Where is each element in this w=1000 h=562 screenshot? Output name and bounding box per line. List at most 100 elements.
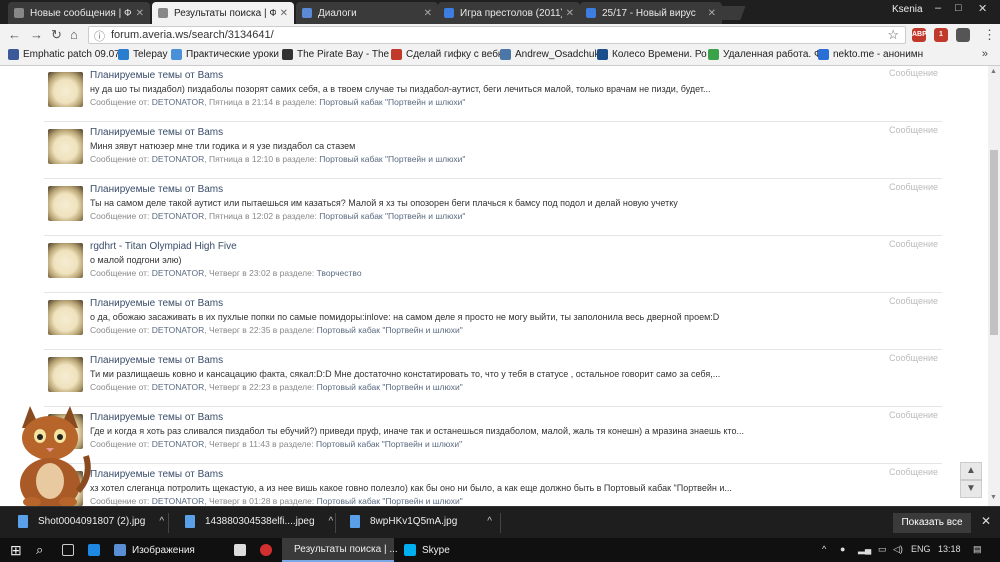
scroll-down-button[interactable]: ▼: [960, 480, 982, 498]
show-all-downloads-button[interactable]: Показать все: [893, 513, 971, 533]
close-tab-icon[interactable]: ✕: [424, 8, 432, 19]
network-icon[interactable]: ▂▄: [858, 544, 871, 555]
tray-opera-icon[interactable]: ●: [840, 544, 845, 554]
close-tab-icon[interactable]: ✕: [280, 8, 288, 19]
thread-title-link[interactable]: Планируемые темы от Bams: [90, 298, 223, 309]
post-snippet[interactable]: о малой подгони элю): [90, 255, 182, 265]
avatar[interactable]: [48, 129, 83, 164]
clock[interactable]: 13:18: [938, 544, 961, 554]
post-snippet[interactable]: хз хотел слеганца потролить щекастую, а …: [90, 483, 732, 493]
author-link[interactable]: DETONATOR: [152, 268, 204, 278]
section-link[interactable]: Портовый кабак "Портвейн и шлюхи": [319, 154, 465, 164]
taskbar-item-chrome[interactable]: Результаты поиска | ...: [282, 538, 398, 562]
reload-icon[interactable]: ↻: [51, 27, 62, 43]
scrollbar-thumb[interactable]: [990, 150, 998, 335]
taskbar-item-skype[interactable]: Skype: [398, 538, 498, 562]
profile-name[interactable]: Ksenia: [892, 4, 923, 15]
minimize-icon[interactable]: –: [935, 2, 941, 14]
thread-title-link[interactable]: Планируемые темы от Bams: [90, 127, 223, 138]
chevron-up-icon[interactable]: ^: [159, 516, 164, 527]
thread-title-link[interactable]: rgdhrt - Titan Olympiad High Five: [90, 241, 237, 252]
section-link[interactable]: Портовый кабак "Портвейн и шлюхи": [319, 97, 465, 107]
adblock-extension-icon[interactable]: ABP: [912, 28, 927, 42]
bookmark-item[interactable]: Emphatic patch 09.07: [8, 49, 120, 60]
section-link[interactable]: Творчество: [317, 268, 362, 278]
section-link[interactable]: Портовый кабак "Портвейн и шлюхи": [317, 496, 463, 506]
battery-icon[interactable]: ▭: [878, 544, 887, 555]
address-bar[interactable]: ⓘ forum.averia.ws/search/3134641/ ☆: [88, 26, 906, 44]
author-link[interactable]: DETONATOR: [152, 325, 204, 335]
close-tab-icon[interactable]: ✕: [136, 8, 144, 19]
tab-3[interactable]: Диалоги ✕: [296, 2, 438, 24]
forward-icon[interactable]: →: [30, 27, 43, 42]
extension-icon[interactable]: [956, 28, 970, 42]
post-snippet[interactable]: Ты на самом деле такой аутист или пытаеш…: [90, 198, 678, 208]
bookmark-item[interactable]: Сделай гифку с вебк: [391, 49, 502, 60]
search-icon[interactable]: ⌕: [30, 538, 49, 562]
thread-title-link[interactable]: Планируемые темы от Bams: [90, 412, 223, 423]
bookmark-star-icon[interactable]: ☆: [887, 27, 899, 43]
tab-5[interactable]: 25/17 - Новый вирус ✕: [580, 2, 722, 24]
bookmarks-more-icon[interactable]: »: [982, 48, 988, 60]
post-snippet[interactable]: о да, обожаю засаживать в их пухлые попк…: [90, 312, 719, 322]
avatar[interactable]: [48, 72, 83, 107]
language-indicator[interactable]: ENG: [911, 544, 931, 554]
tab-2[interactable]: Результаты поиска | Фо ✕: [152, 2, 294, 24]
download-item[interactable]: Shot0004091807 (2).jpg ^: [18, 515, 164, 528]
bookmark-item[interactable]: Практические уроки: [171, 49, 279, 60]
close-tab-icon[interactable]: ✕: [566, 8, 574, 19]
new-tab-button[interactable]: [714, 6, 746, 20]
thread-title-link[interactable]: Планируемые темы от Bams: [90, 469, 223, 480]
bookmark-item[interactable]: nekto.me - анонимн: [818, 49, 923, 60]
menu-icon[interactable]: ⋮: [983, 27, 996, 43]
author-link[interactable]: DETONATOR: [152, 154, 204, 164]
thread-title-link[interactable]: Планируемые темы от Bams: [90, 184, 223, 195]
avatar[interactable]: [48, 243, 83, 278]
close-downloads-icon[interactable]: ✕: [981, 514, 991, 528]
section-link[interactable]: Портовый кабак "Портвейн и шлюхи": [317, 382, 463, 392]
post-snippet[interactable]: Ти ми разлищаешь ковно и кансацацию факт…: [90, 369, 720, 379]
post-snippet[interactable]: ну да шо ты пиздабол) пиздаболы позорят …: [90, 84, 711, 94]
avatar[interactable]: [48, 186, 83, 221]
info-icon[interactable]: ⓘ: [94, 28, 105, 44]
opera-icon[interactable]: [254, 538, 284, 562]
bookmark-item[interactable]: The Pirate Bay - The g: [282, 49, 397, 60]
tab-1[interactable]: Новые сообщения | Фор ✕: [8, 2, 150, 24]
thread-title-link[interactable]: Планируемые темы от Bams: [90, 70, 223, 81]
avatar[interactable]: [48, 357, 83, 392]
page-scrollbar[interactable]: ▲ ▼: [988, 66, 1000, 506]
scrollbar-up-arrow-icon[interactable]: ▲: [990, 68, 997, 75]
chevron-up-icon[interactable]: ^: [487, 516, 492, 527]
bookmark-item[interactable]: Колесо Времени. Ро: [597, 49, 707, 60]
start-icon[interactable]: ⊞: [4, 538, 28, 562]
taskbar-item-images[interactable]: Изображения: [108, 538, 220, 562]
section-link[interactable]: Портовый кабак "Портвейн и шлюхи": [319, 211, 465, 221]
author-link[interactable]: DETONATOR: [152, 211, 204, 221]
post-snippet[interactable]: Где и когда я хоть раз сливался пиздабол…: [90, 426, 744, 436]
post-snippet[interactable]: Миня зявут натюзер мне тли годика и я уз…: [90, 141, 355, 151]
avatar[interactable]: [48, 300, 83, 335]
tab-4[interactable]: Игра престолов (2011) (✕: [438, 2, 580, 24]
section-link[interactable]: Портовый кабак "Портвейн и шлюхи": [317, 325, 463, 335]
home-icon[interactable]: ⌂: [70, 27, 78, 42]
notifications-icon[interactable]: ▤: [973, 544, 982, 555]
bookmark-item[interactable]: Andrew_Osadchuk: [500, 49, 600, 60]
bookmark-item[interactable]: Telepay: [118, 49, 167, 60]
section-link[interactable]: Портовый кабак "Портвейн и шлюхи": [316, 439, 462, 449]
tray-chevron-icon[interactable]: ^: [822, 544, 826, 554]
author-link[interactable]: DETONATOR: [152, 97, 204, 107]
back-icon[interactable]: ←: [8, 27, 21, 42]
download-item[interactable]: 143880304538elfi....jpeg ^: [185, 515, 333, 528]
author-link[interactable]: DETONATOR: [152, 439, 204, 449]
scrollbar-down-arrow-icon[interactable]: ▼: [990, 494, 997, 501]
chevron-up-icon[interactable]: ^: [329, 516, 334, 527]
download-item[interactable]: 8wpHKv1Q5mA.jpg ^: [350, 515, 492, 528]
close-window-icon[interactable]: ✕: [978, 2, 987, 15]
thread-title-link[interactable]: Планируемые темы от Bams: [90, 355, 223, 366]
extension-badge-icon[interactable]: 1: [934, 28, 948, 42]
author-link[interactable]: DETONATOR: [152, 496, 204, 506]
scroll-up-button[interactable]: ▲: [960, 462, 982, 480]
volume-icon[interactable]: ◁): [893, 544, 903, 555]
maximize-icon[interactable]: □: [955, 2, 962, 14]
author-link[interactable]: DETONATOR: [152, 382, 204, 392]
